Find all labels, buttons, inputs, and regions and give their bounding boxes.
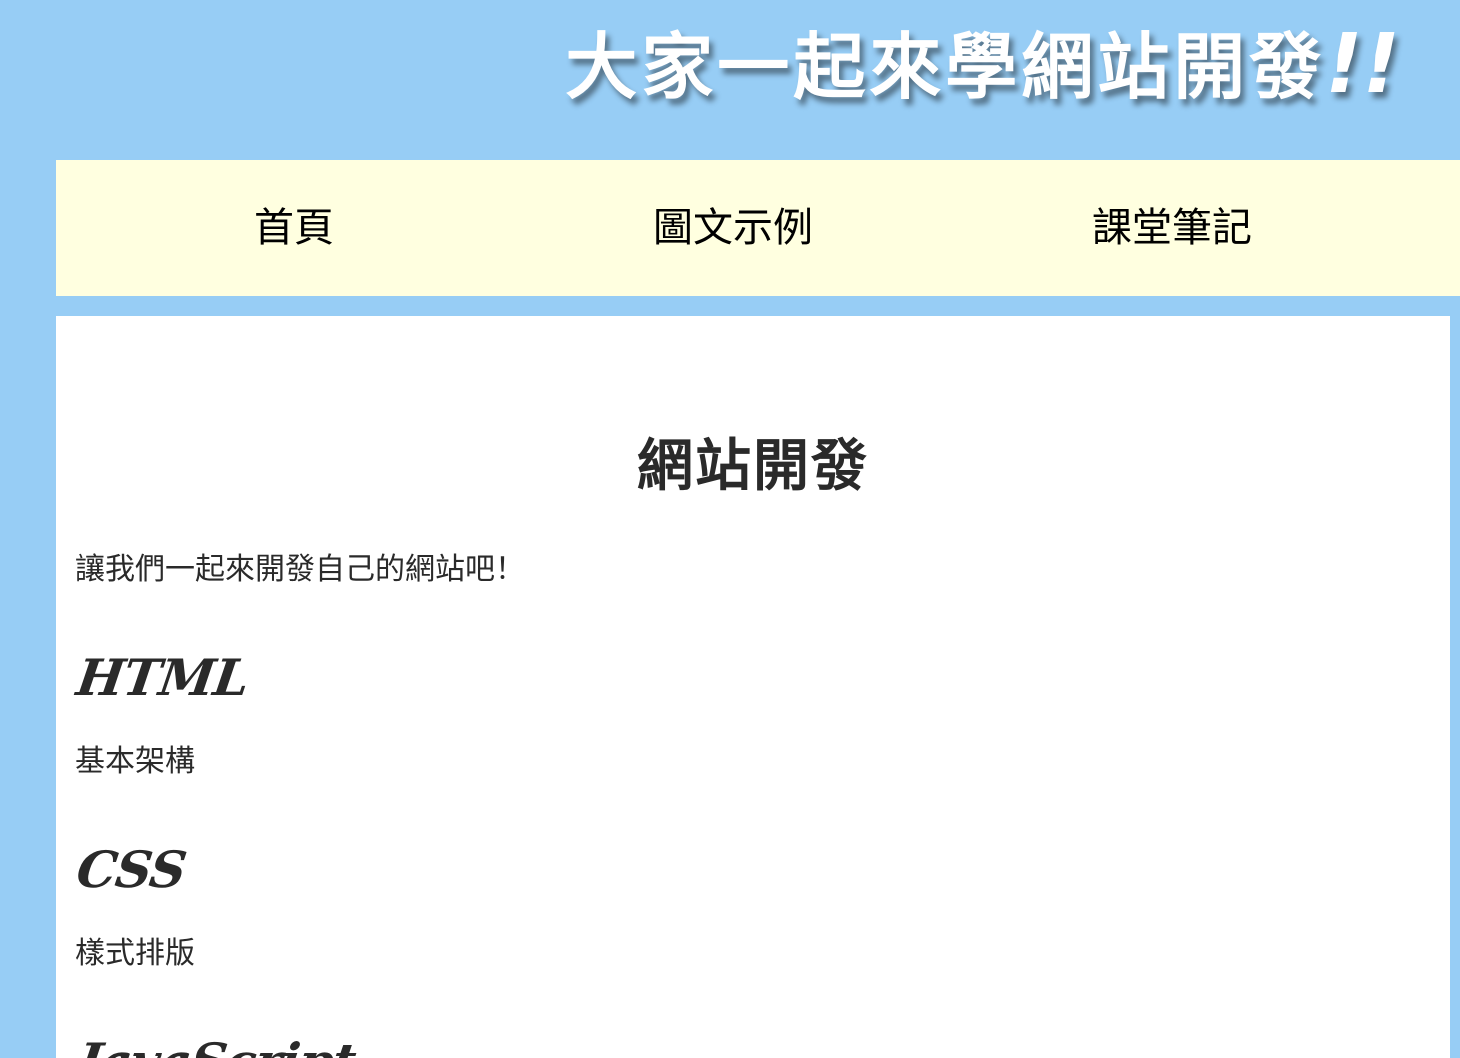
nav-item-home[interactable]: 首頁 — [254, 202, 334, 254]
site-title-text: 大家一起來學網站開發 — [565, 24, 1326, 109]
site-title: 大家一起來學網站開發!! — [565, 8, 1400, 113]
page-title: 網站開發 — [637, 432, 869, 499]
page: 大家一起來學網站開發!! 首頁 圖文示例 課堂筆記 網站開發 讓我們一起來開發自… — [0, 0, 1460, 1058]
intro-text: 讓我們一起來開發自己的網站吧！ — [75, 552, 525, 587]
nav-item-notes[interactable]: 課堂筆記 — [1092, 202, 1252, 254]
main-nav: 首頁 圖文示例 課堂筆記 — [56, 160, 1460, 296]
site-title-exclamation: !! — [1325, 17, 1400, 112]
section-heading-javascript: JavaScript — [73, 1032, 359, 1058]
section-heading-html: HTML — [73, 647, 253, 707]
section-heading-css: CSS — [73, 839, 190, 899]
section-description-css: 樣式排版 — [75, 936, 195, 971]
nav-item-gallery[interactable]: 圖文示例 — [653, 202, 813, 254]
section-description-html: 基本架構 — [75, 744, 195, 779]
main-content: 網站開發 讓我們一起來開發自己的網站吧！ HTML 基本架構 CSS 樣式排版 … — [56, 316, 1450, 1058]
